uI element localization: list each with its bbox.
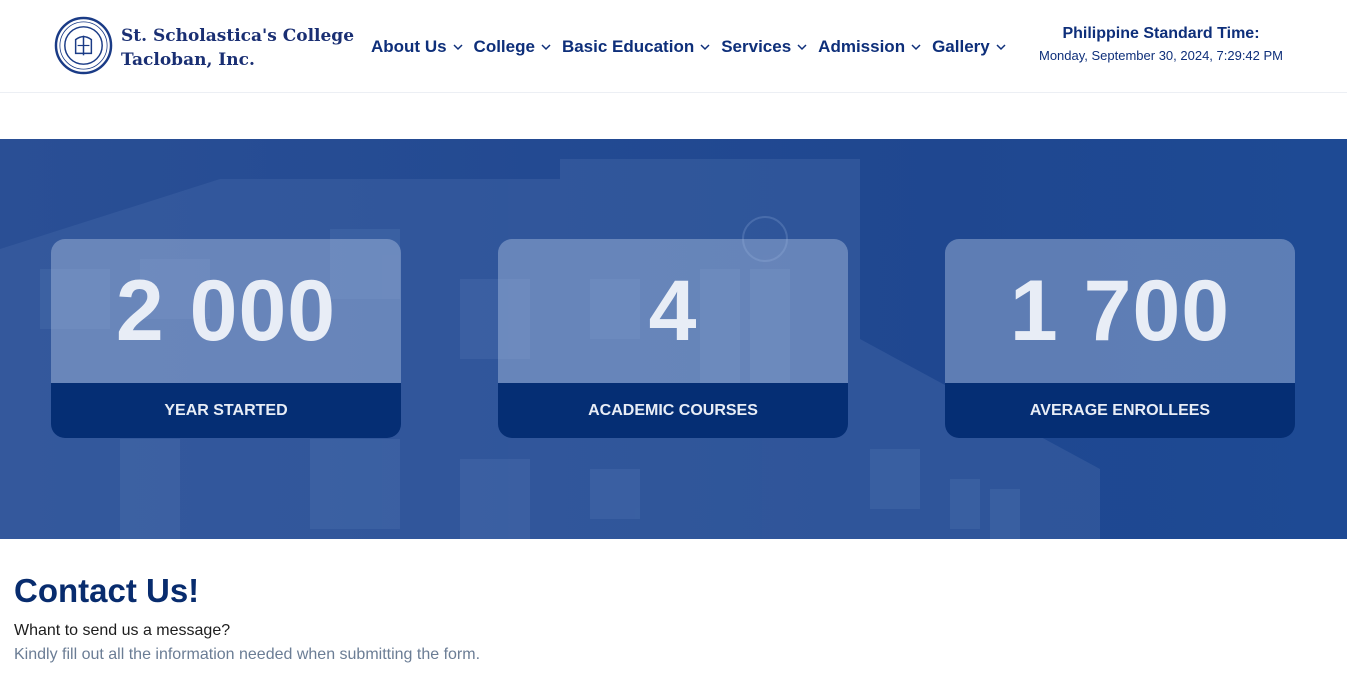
stat-value: 1 700 — [1009, 262, 1231, 359]
stat-card-average-enrollees: 1 700 AVERAGE ENROLLEES — [945, 239, 1295, 438]
college-name-line1: St. Scholastica's College — [121, 26, 355, 46]
stats-hero: 2 000 YEAR STARTED 4 ACADEMIC COURSES 1 … — [0, 139, 1347, 539]
nav-item-about-us[interactable]: About Us — [371, 37, 463, 57]
philippine-standard-time: Philippine Standard Time: Monday, Septem… — [1020, 24, 1302, 66]
chevron-down-icon — [541, 44, 551, 51]
chevron-down-icon — [996, 44, 1006, 51]
chevron-down-icon — [911, 44, 921, 51]
chevron-down-icon — [700, 44, 710, 51]
stat-value: 2 000 — [115, 262, 337, 359]
nav-item-label: Services — [721, 37, 792, 56]
nav-item-services[interactable]: Services — [721, 37, 807, 57]
college-name-line2: Tacloban, Inc. — [121, 50, 255, 70]
chevron-down-icon — [453, 44, 463, 51]
nav-item-basic-education[interactable]: Basic Education — [562, 37, 710, 57]
stat-value: 4 — [648, 262, 698, 359]
nav-item-admission[interactable]: Admission — [818, 37, 921, 57]
nav-item-label: Gallery — [932, 37, 990, 56]
college-seal-icon[interactable] — [54, 16, 113, 75]
stat-label: AVERAGE ENROLLEES — [1029, 401, 1211, 419]
site-header: St. Scholastica's College Tacloban, Inc.… — [0, 0, 1347, 93]
contact-heading: Contact Us! — [14, 572, 200, 609]
college-name[interactable]: St. Scholastica's College Tacloban, Inc. — [121, 24, 354, 72]
main-nav: About Us College Basic Education Service… — [371, 35, 1017, 59]
nav-item-label: Basic Education — [561, 37, 695, 56]
chevron-down-icon — [797, 44, 807, 51]
stat-label: ACADEMIC COURSES — [588, 401, 758, 419]
contact-question: Whant to send us a message? — [14, 622, 231, 639]
nav-item-label: About Us — [371, 37, 447, 56]
time-title: Philippine Standard Time: — [1062, 25, 1260, 42]
stat-card-year-started: 2 000 YEAR STARTED — [51, 239, 401, 438]
nav-item-gallery[interactable]: Gallery — [932, 37, 1006, 57]
contact-description: Kindly fill out all the information need… — [14, 646, 481, 663]
stat-label: YEAR STARTED — [164, 401, 288, 419]
nav-item-label: College — [473, 37, 535, 56]
nav-item-college[interactable]: College — [474, 37, 551, 57]
time-value: Monday, September 30, 2024, 7:29:42 PM — [1038, 48, 1284, 63]
nav-item-label: Admission — [818, 37, 906, 56]
stat-card-academic-courses: 4 ACADEMIC COURSES — [498, 239, 848, 438]
